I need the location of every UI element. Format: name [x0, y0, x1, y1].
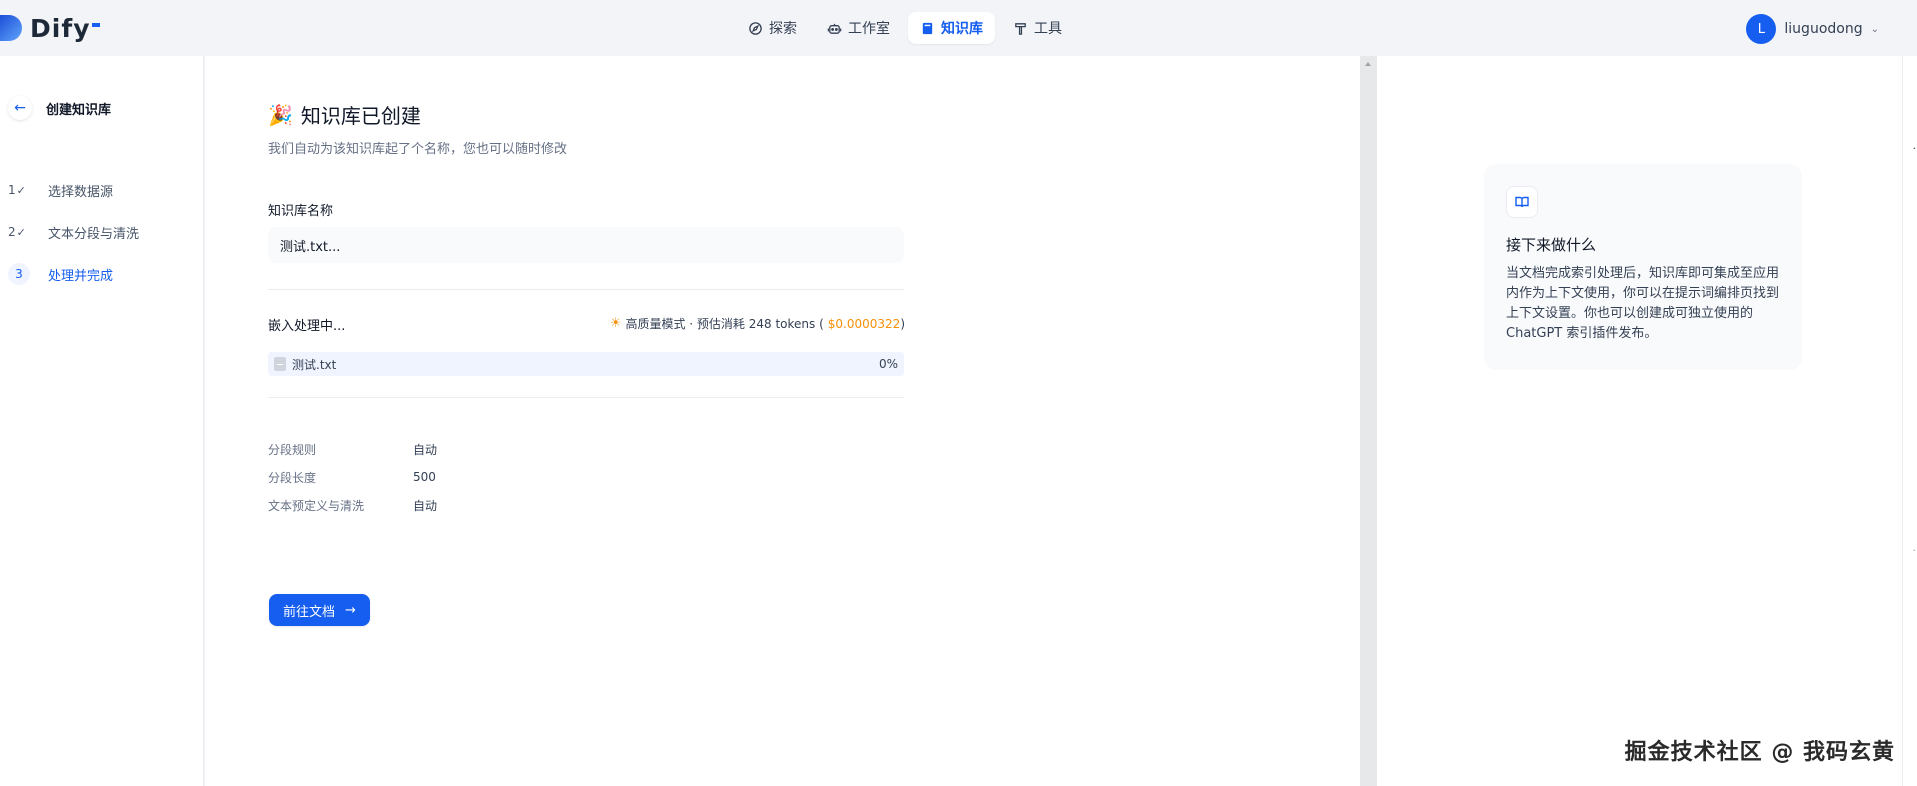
next-steps-card: 接下来做什么 当文档完成索引处理后，知识库即可集成至应用内作为上下文使用，你可以… — [1484, 164, 1802, 370]
name-label: 知识库名称 — [268, 204, 334, 219]
avatar: L — [1746, 14, 1777, 44]
rules-list: 分段规则 自动 分段长度 500 文本预定义与清洗 自动 — [268, 435, 437, 519]
right-panel: 接下来做什么 当文档完成索引处理后，知识库即可集成至应用内作为上下文使用，你可以… — [1377, 56, 1902, 786]
step-label: 文本分段与清洗 — [48, 226, 140, 242]
rule-value: 500 — [413, 470, 436, 484]
rule-row: 分段长度 500 — [268, 463, 437, 491]
step-label: 处理并完成 — [48, 268, 114, 284]
rule-row: 分段规则 自动 — [268, 435, 437, 463]
step-process-finish: 3 处理并完成 — [8, 262, 139, 286]
step-segment-clean[interactable]: 2 ✓ 文本分段与清洗 — [8, 220, 139, 244]
nav-explore[interactable]: 探索 — [736, 12, 809, 44]
main-content: 🎉 知识库已创建 我们自动为该知识库起了个名称，您也可以随时修改 知识库名称 嵌… — [205, 56, 1360, 786]
check-icon: ✓ — [16, 225, 26, 239]
embed-close: ) — [900, 316, 905, 331]
nav-studio-label: 工作室 — [848, 21, 890, 37]
step-number: 2 ✓ — [8, 225, 32, 239]
steps-sidebar: ← 创建知识库 1 ✓ 选择数据源 2 ✓ 文本分段与清洗 3 处理并完成 — [0, 56, 204, 786]
logo-mark — [0, 15, 22, 41]
nav-studio[interactable]: 工作室 — [815, 12, 902, 44]
hammer-icon — [1015, 22, 1026, 35]
book-icon — [922, 22, 933, 34]
step-list: 1 ✓ 选择数据源 2 ✓ 文本分段与清洗 3 处理并完成 — [8, 178, 139, 304]
embedding-status: 嵌入处理中... — [268, 319, 346, 334]
embedding-meta: ☀ 高质量模式 · 预估消耗 248 tokens ($0.0000322) — [610, 315, 905, 332]
step-number: 3 — [8, 263, 30, 285]
file-name: 测试.txt — [292, 357, 337, 372]
tip-body: 当文档完成索引处理后，知识库即可集成至应用内作为上下文使用，你可以在提示词编排页… — [1506, 266, 1780, 341]
file-icon — [274, 357, 286, 371]
edge-glyph: · — [1912, 544, 1917, 557]
divider — [268, 289, 904, 290]
rule-key: 文本预定义与清洗 — [268, 498, 365, 513]
nav-knowledge-label: 知识库 — [941, 21, 983, 37]
sun-icon: ☀ — [609, 316, 622, 331]
tip-title: 接下来做什么 — [1506, 236, 1597, 254]
nav-explore-label: 探索 — [769, 21, 797, 37]
dify-logo[interactable]: Dify — [0, 12, 100, 44]
compass-icon — [749, 21, 762, 35]
step-number: 1 ✓ — [8, 183, 32, 197]
sidebar-title: 创建知识库 — [46, 102, 112, 118]
step-number-text: 1 — [8, 183, 16, 197]
chevron-down-icon: ⌄ — [1870, 23, 1879, 35]
nav-tools[interactable]: 工具 — [1001, 12, 1074, 44]
file-progress: 0% — [878, 357, 898, 371]
page-title: 知识库已创建 — [300, 104, 421, 128]
divider — [268, 397, 904, 398]
title-row: 🎉 知识库已创建 — [268, 100, 421, 129]
top-header: Dify 探索 工作室 知识库 工具 L liuguodong ⌄ — [0, 0, 1917, 56]
arrow-right-icon: → — [345, 602, 356, 618]
knowledge-name-input[interactable] — [268, 227, 904, 263]
right-edge-panel: · · — [1902, 56, 1917, 786]
nav-tools-label: 工具 — [1034, 21, 1062, 37]
scroll-up-icon[interactable] — [1365, 62, 1371, 66]
rule-key: 分段规则 — [268, 442, 317, 457]
user-menu[interactable]: L liuguodong ⌄ — [1746, 14, 1879, 44]
logo-text: Dify — [30, 13, 91, 43]
rule-key: 分段长度 — [268, 470, 317, 485]
step-label: 选择数据源 — [48, 184, 114, 200]
edge-glyph: · — [1912, 142, 1917, 155]
page-subtitle: 我们自动为该知识库起了个名称，您也可以随时修改 — [268, 142, 568, 157]
go-to-documents-button[interactable]: 前往文档 → — [269, 594, 370, 626]
user-name: liuguodong — [1784, 21, 1863, 37]
back-arrow-icon[interactable]: ← — [8, 96, 32, 120]
check-icon: ✓ — [16, 183, 26, 197]
step-number-text: 2 — [8, 225, 16, 239]
open-book-icon — [1506, 186, 1538, 218]
main-nav: 探索 工作室 知识库 工具 — [736, 12, 1074, 44]
rule-row: 文本预定义与清洗 自动 — [268, 491, 437, 519]
rule-value: 自动 — [413, 498, 438, 513]
party-popper-icon: 🎉 — [268, 102, 293, 127]
step-select-source[interactable]: 1 ✓ 选择数据源 — [8, 178, 139, 202]
watermark: 掘金技术社区 @ 我码玄黄 — [1624, 740, 1895, 765]
logo-dot — [91, 23, 100, 27]
rule-value: 自动 — [413, 442, 438, 457]
embed-mode-text: 高质量模式 · 预估消耗 248 tokens ( — [625, 317, 824, 331]
scrollbar[interactable] — [1360, 56, 1377, 786]
go-button-label: 前往文档 — [283, 604, 336, 620]
file-progress-row: 测试.txt 0% — [268, 352, 904, 376]
nav-knowledge[interactable]: 知识库 — [908, 12, 995, 44]
embed-cost: $0.0000322 — [827, 316, 901, 331]
back-row: ← 创建知识库 — [8, 96, 111, 120]
robot-icon — [827, 23, 842, 34]
